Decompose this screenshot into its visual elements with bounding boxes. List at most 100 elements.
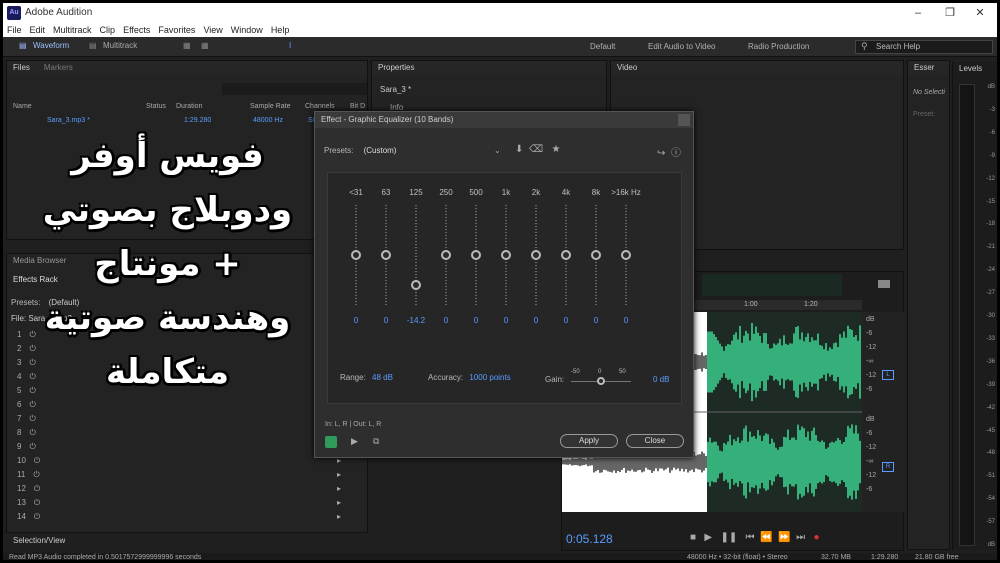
band-slider[interactable] bbox=[591, 205, 601, 305]
record-icon[interactable]: ● bbox=[813, 532, 819, 543]
band-knob[interactable] bbox=[471, 250, 481, 260]
band-slider[interactable] bbox=[351, 205, 361, 305]
workspace-radio-production[interactable]: Radio Production bbox=[748, 42, 809, 51]
help-icon[interactable]: ⓘ bbox=[671, 148, 681, 159]
time-selection-icon[interactable]: I bbox=[289, 41, 291, 50]
column-duration[interactable]: Duration bbox=[176, 103, 202, 110]
column-sample-rate[interactable]: Sample Rate bbox=[250, 103, 290, 110]
close-icon[interactable]: ✕ bbox=[965, 5, 995, 21]
power-toggle-icon[interactable] bbox=[325, 436, 337, 448]
band-slider[interactable] bbox=[561, 205, 571, 305]
power-icon[interactable]: ⏻ bbox=[29, 400, 35, 409]
column-status[interactable]: Status bbox=[146, 103, 166, 110]
play-icon[interactable]: ▶ bbox=[704, 532, 712, 543]
slot-menu-arrow-icon[interactable]: ▸ bbox=[337, 484, 341, 493]
band-knob[interactable] bbox=[531, 250, 541, 260]
band-slider[interactable] bbox=[471, 205, 481, 305]
menu-edit[interactable]: Edit bbox=[26, 23, 50, 37]
gain-slider[interactable]: -50 0 50 bbox=[571, 369, 635, 389]
files-search-input[interactable] bbox=[222, 83, 367, 95]
accuracy-value[interactable]: 1000 points bbox=[469, 373, 510, 382]
power-icon[interactable]: ⏻ bbox=[29, 414, 35, 423]
power-icon[interactable]: ⏻ bbox=[34, 484, 40, 493]
column-channels[interactable]: Channels bbox=[305, 103, 335, 110]
band-knob[interactable] bbox=[381, 250, 391, 260]
routing-icon[interactable]: ↪ bbox=[657, 148, 665, 159]
current-time[interactable]: 0:05.128 bbox=[566, 532, 613, 546]
gain-knob[interactable] bbox=[597, 377, 605, 385]
band-slider[interactable] bbox=[501, 205, 511, 305]
power-icon[interactable]: ⏻ bbox=[34, 498, 40, 507]
spectral-icon[interactable]: ▦ bbox=[183, 41, 191, 50]
skip-forward-icon[interactable]: ⏭ bbox=[796, 532, 805, 543]
chevron-down-icon[interactable]: ⌄ bbox=[494, 146, 501, 155]
power-icon[interactable]: ⏻ bbox=[34, 456, 40, 465]
band-value[interactable]: 0 bbox=[491, 316, 521, 325]
band-slider[interactable] bbox=[621, 205, 631, 305]
rack-slot[interactable]: 14 ⏻ ▸ bbox=[17, 512, 341, 522]
pitch-icon[interactable]: ▦ bbox=[201, 41, 209, 50]
gain-value[interactable]: 0 dB bbox=[653, 375, 669, 384]
forward-icon[interactable]: ⏩ bbox=[778, 532, 790, 543]
search-help-input[interactable]: Search Help bbox=[855, 40, 993, 54]
band-knob[interactable] bbox=[591, 250, 601, 260]
band-value[interactable]: 0 bbox=[611, 316, 641, 325]
multitrack-icon[interactable]: ▤ bbox=[89, 41, 97, 50]
menu-window[interactable]: Window bbox=[227, 23, 267, 37]
essential-title[interactable]: Esser bbox=[908, 61, 949, 75]
slot-menu-arrow-icon[interactable]: ▸ bbox=[337, 498, 341, 507]
rack-slot[interactable]: 10 ⏻ ▸ bbox=[17, 456, 341, 466]
selection-view-tab[interactable]: Selection/View bbox=[13, 536, 65, 545]
band-value[interactable]: 0 bbox=[581, 316, 611, 325]
rewind-icon[interactable]: ⏪ bbox=[760, 532, 772, 543]
waveform-button[interactable]: Waveform bbox=[33, 41, 69, 50]
menu-clip[interactable]: Clip bbox=[96, 23, 120, 37]
minimize-icon[interactable]: – bbox=[903, 5, 933, 21]
properties-title[interactable]: Properties bbox=[372, 61, 606, 75]
menu-help[interactable]: Help bbox=[267, 23, 294, 37]
dialog-presets-select[interactable]: (Custom) bbox=[364, 146, 397, 155]
band-value[interactable]: 0 bbox=[521, 316, 551, 325]
band-slider[interactable] bbox=[441, 205, 451, 305]
workspace-default[interactable]: Default bbox=[590, 42, 615, 51]
loop-icon[interactable]: ⧉ bbox=[373, 436, 379, 447]
delete-preset-icon[interactable]: ⌫ bbox=[529, 144, 543, 155]
dialog-close-icon[interactable] bbox=[678, 114, 690, 126]
band-value[interactable]: 0 bbox=[431, 316, 461, 325]
save-preset-icon[interactable]: ⬇ bbox=[515, 144, 523, 155]
tab-markers[interactable]: Markers bbox=[44, 63, 73, 72]
power-icon[interactable]: ⏻ bbox=[34, 512, 40, 521]
channel-l-toggle[interactable]: L bbox=[882, 370, 894, 380]
multitrack-button[interactable]: Multitrack bbox=[103, 41, 137, 50]
levels-title[interactable]: Levels bbox=[953, 62, 997, 75]
rack-slot[interactable]: 9⏻▸ bbox=[17, 442, 341, 452]
rack-slot[interactable]: 12 ⏻ ▸ bbox=[17, 484, 341, 494]
stop-icon[interactable]: ■ bbox=[690, 532, 696, 543]
power-icon[interactable]: ⏻ bbox=[29, 442, 35, 451]
band-knob[interactable] bbox=[411, 279, 421, 290]
video-title[interactable]: Video bbox=[611, 61, 903, 75]
menu-file[interactable]: File bbox=[3, 23, 26, 37]
tab-files[interactable]: Files bbox=[13, 63, 30, 72]
band-value[interactable]: 0 bbox=[461, 316, 491, 325]
slot-menu-arrow-icon[interactable]: ▸ bbox=[337, 470, 341, 479]
preview-play-icon[interactable]: ▶ bbox=[351, 436, 358, 447]
band-value[interactable]: 0 bbox=[341, 316, 371, 325]
power-icon[interactable]: ⏻ bbox=[33, 470, 39, 479]
rack-slot[interactable]: 13 ⏻ ▸ bbox=[17, 498, 341, 508]
slot-menu-arrow-icon[interactable]: ▸ bbox=[337, 512, 341, 521]
menu-favorites[interactable]: Favorites bbox=[154, 23, 199, 37]
rack-slot[interactable]: 7⏻▸ bbox=[17, 414, 341, 424]
column-bit-depth[interactable]: Bit D bbox=[350, 103, 365, 110]
favorite-star-icon[interactable]: ★ bbox=[551, 144, 560, 155]
band-knob[interactable] bbox=[351, 250, 361, 260]
overview-waveform[interactable] bbox=[702, 274, 842, 296]
rack-slot[interactable]: 6⏻▸ bbox=[17, 400, 341, 410]
workspace-edit-audio-video[interactable]: Edit Audio to Video bbox=[648, 42, 715, 51]
channel-r-toggle[interactable]: R bbox=[882, 462, 894, 472]
pause-icon[interactable]: ❚❚ bbox=[720, 532, 737, 543]
apply-button[interactable]: Apply bbox=[560, 434, 618, 448]
range-value[interactable]: 48 dB bbox=[372, 373, 393, 382]
band-slider[interactable] bbox=[381, 205, 391, 305]
band-knob[interactable] bbox=[561, 250, 571, 260]
